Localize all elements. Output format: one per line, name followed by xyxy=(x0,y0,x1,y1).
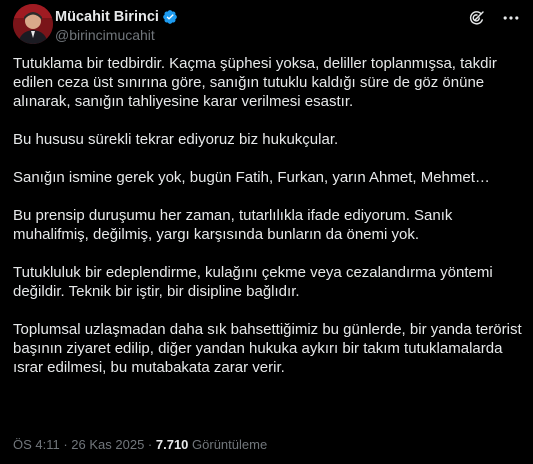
tweet-paragraph: Sanığın ismine gerek yok, bugün Fatih, F… xyxy=(13,169,490,186)
tweet-date[interactable]: 26 Kas 2025 xyxy=(71,437,144,452)
tweet-paragraph: Toplumsal uzlaşmadan daha sık bahsettiği… xyxy=(13,321,522,376)
tweet-paragraph: Bu hususu sürekli tekrar ediyoruz biz hu… xyxy=(13,131,339,148)
tweet: Mücahit Birinci @birincimucahit Tutuklam… xyxy=(0,0,533,464)
tweet-header: Mücahit Birinci @birincimucahit xyxy=(13,4,521,46)
more-icon[interactable] xyxy=(501,8,521,28)
grok-icon[interactable] xyxy=(467,8,487,28)
tweet-text: Tutuklama bir tedbirdir. Kaçma şüphesi y… xyxy=(13,54,523,396)
avatar-image xyxy=(13,4,53,44)
tweet-time[interactable]: ÖS 4:11 xyxy=(13,437,60,452)
display-name[interactable]: Mücahit Birinci xyxy=(55,9,159,25)
separator-dot: · xyxy=(144,437,156,452)
name-row: Mücahit Birinci xyxy=(55,8,178,26)
tweet-paragraph: Tutuklama bir tedbirdir. Kaçma şüphesi y… xyxy=(13,55,497,110)
tweet-paragraph: Tutukluluk bir edeplendirme, kulağını çe… xyxy=(13,264,493,300)
tweet-meta: ÖS 4:11 · 26 Kas 2025 · 7.710 Görüntülem… xyxy=(13,437,267,452)
handle[interactable]: @birincimucahit xyxy=(55,27,178,43)
views-label: Görüntüleme xyxy=(188,437,268,452)
author-info: Mücahit Birinci @birincimucahit xyxy=(55,8,178,43)
header-actions xyxy=(467,8,521,28)
verified-badge-icon xyxy=(162,9,178,25)
separator-dot: · xyxy=(59,437,72,452)
avatar[interactable] xyxy=(13,4,53,44)
views-count: 7.710 xyxy=(155,437,189,452)
tweet-paragraph: Bu prensip duruşumu her zaman, tutarlılı… xyxy=(13,207,453,243)
